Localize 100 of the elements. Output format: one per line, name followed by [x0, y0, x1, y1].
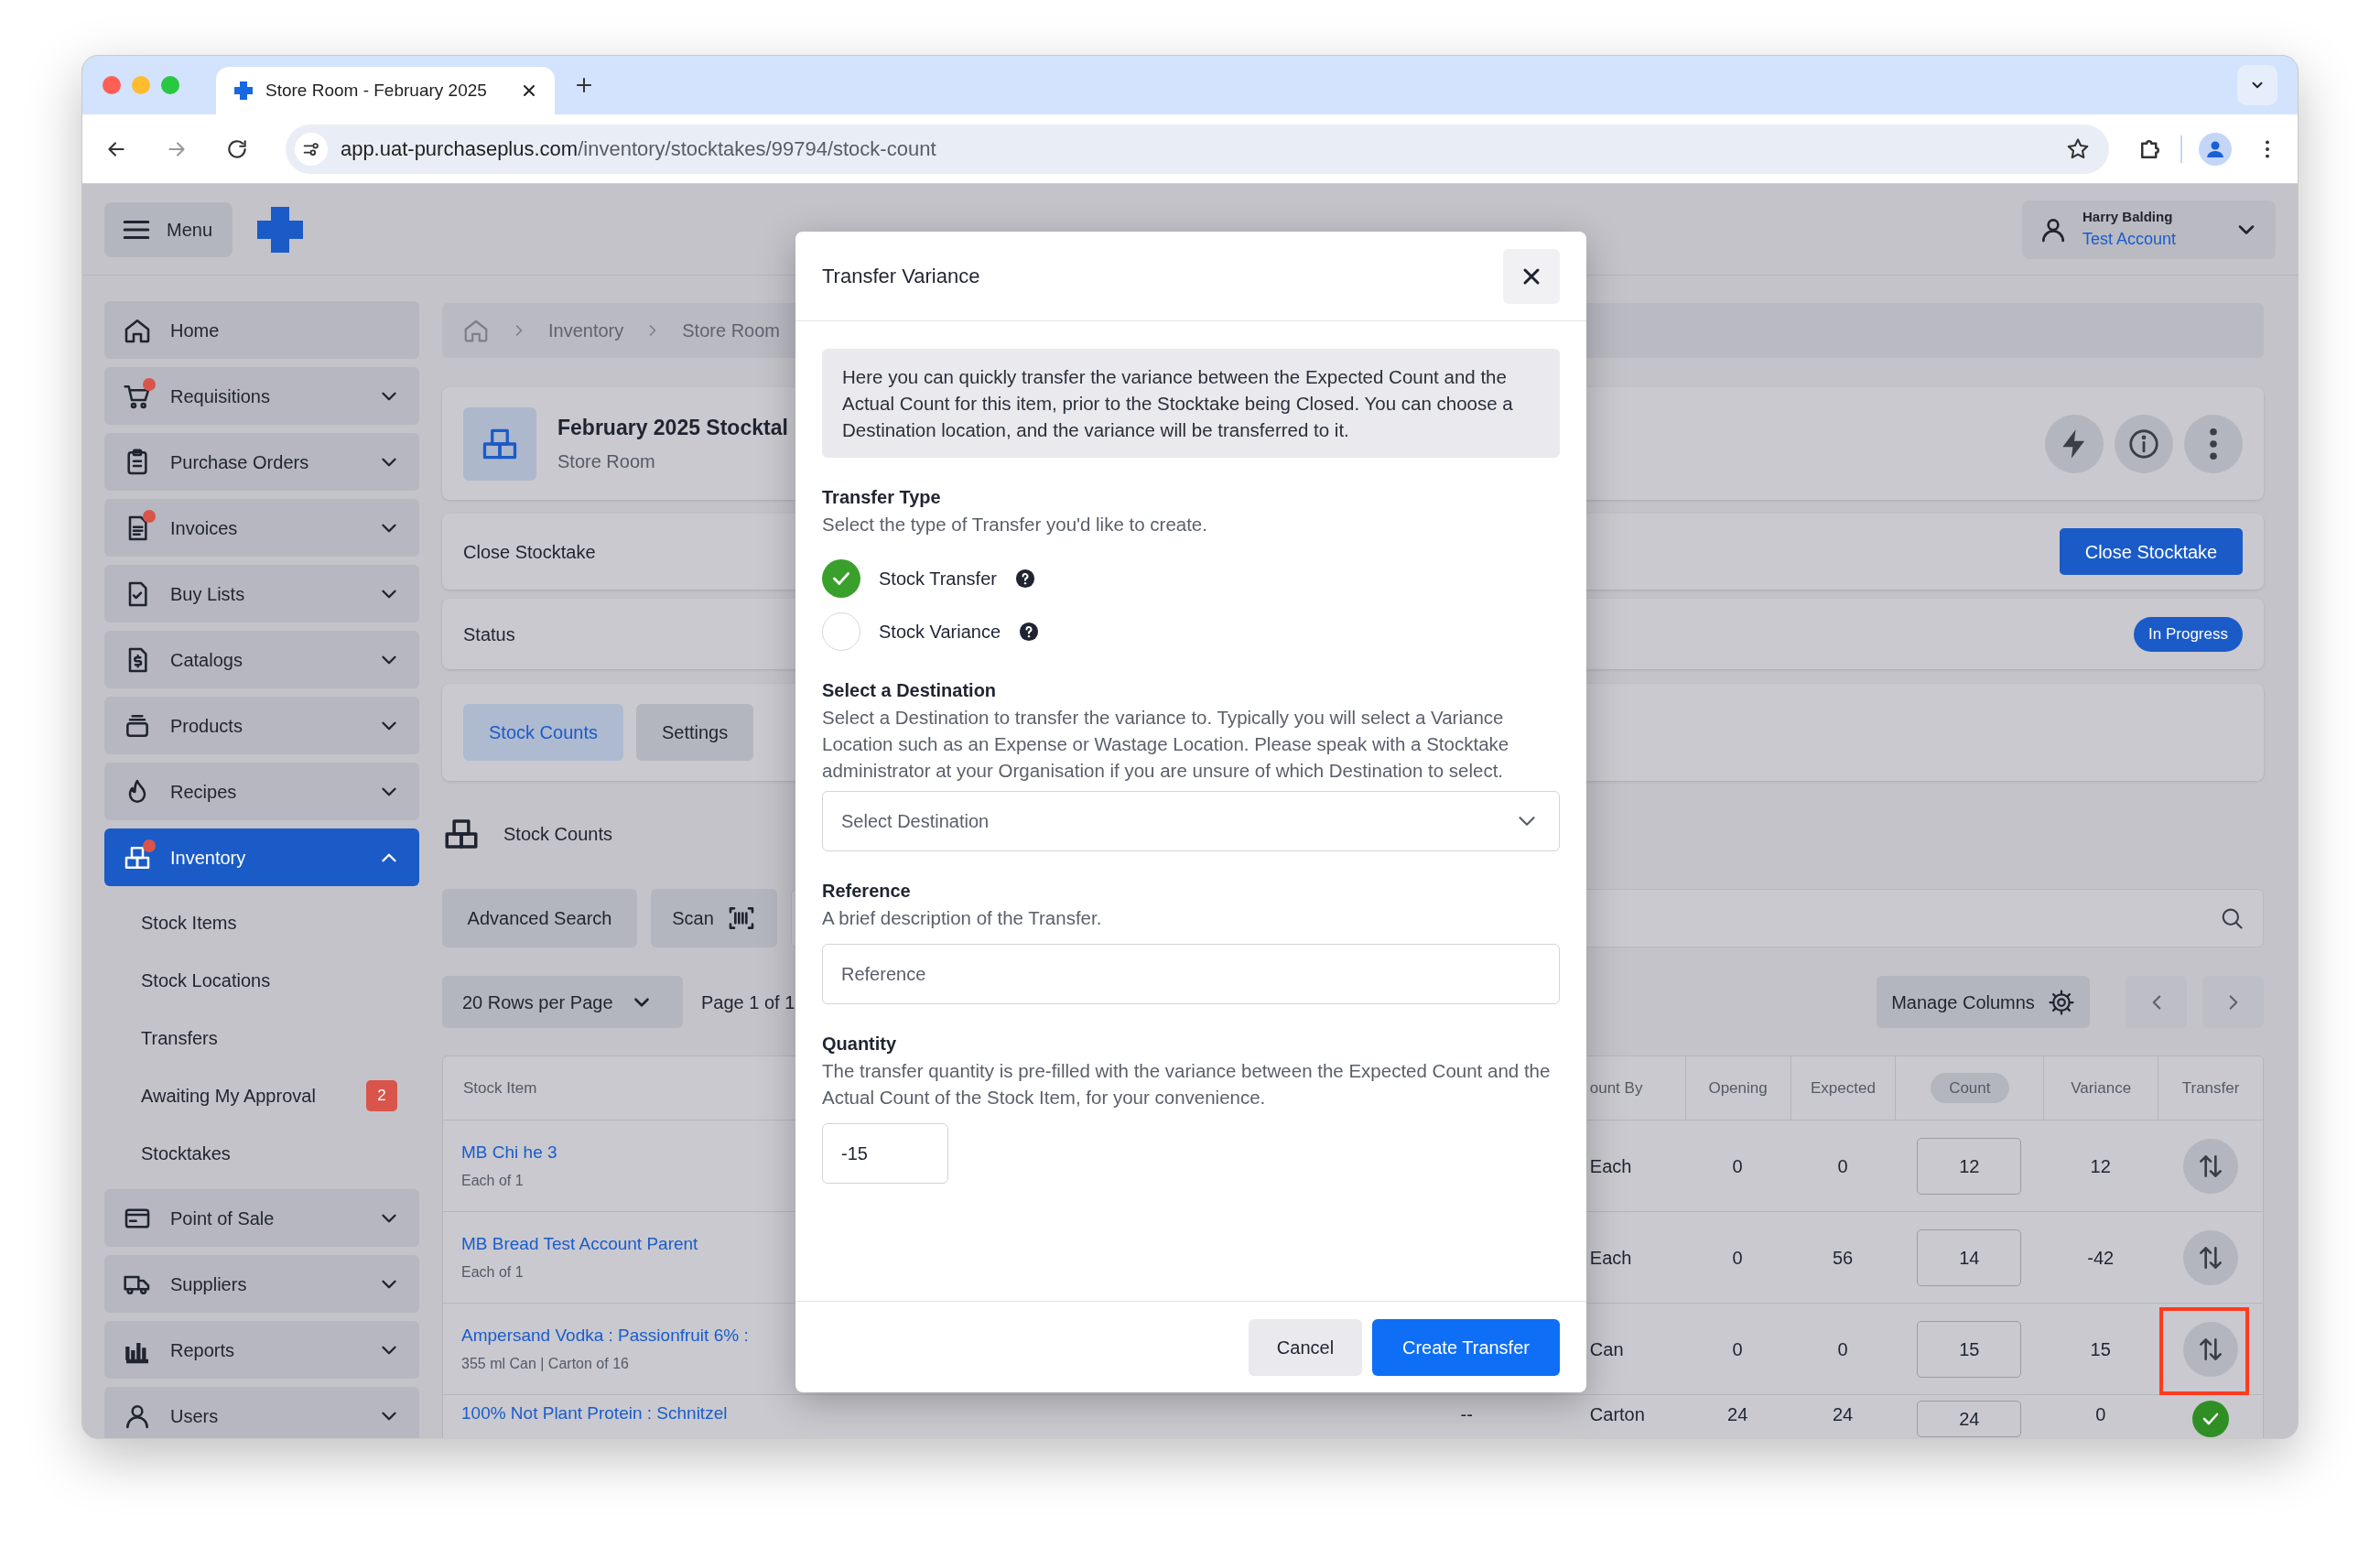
table-cell-text: 56 [1832, 1246, 1854, 1270]
profile-avatar[interactable] [2199, 132, 2233, 166]
column-header[interactable]: Variance [2071, 1076, 2132, 1100]
radio-button[interactable] [822, 559, 860, 598]
stock-item-detail: Each of 1 [461, 1171, 525, 1190]
sidebar-item[interactable]: Suppliers [104, 1255, 419, 1313]
table-cell: Carton [1589, 1404, 1645, 1424]
scan-button[interactable]: Scan [651, 889, 777, 947]
count-input[interactable]: 14 [1917, 1229, 2022, 1286]
column-header[interactable]: Expected [1811, 1076, 1876, 1100]
sidebar-item[interactable]: Point of Sale [104, 1189, 419, 1247]
account-name: Test Account [2082, 229, 2177, 251]
table-cell-text: 0 [1837, 1337, 1848, 1361]
table-cell: Each [1589, 1247, 1632, 1268]
more-icon [2209, 427, 2218, 460]
sidebar-subitem[interactable]: Stock Items [141, 908, 237, 936]
sidebar-item[interactable]: Invoices [104, 499, 419, 557]
table-cell-text: 15 [2090, 1337, 2111, 1361]
table-cell-text: 24 [1832, 1403, 1854, 1426]
sidebar-subitem[interactable]: Transfers [141, 1023, 218, 1052]
sidebar-item[interactable]: Products [104, 697, 419, 754]
user-menu-button[interactable]: Harry Balding Test Account [2022, 200, 2276, 259]
table-cell-text: 0 [1732, 1337, 1743, 1361]
sidebar-subitem[interactable]: Stock Locations [141, 966, 271, 994]
radio-button[interactable] [822, 612, 860, 651]
field-label: Select a Destination [822, 679, 998, 702]
manage-columns-button[interactable]: Manage Columns [1877, 976, 2090, 1028]
count-input[interactable]: 12 [1917, 1137, 2022, 1195]
field-hint: The transfer quantity is pre-filled with the variance between the Expected Count and the Actual Count of the Stock Item, for your convenience. [822, 1059, 1552, 1110]
sidebar-item[interactable]: Home [104, 301, 419, 359]
sidebar-item[interactable]: Requisitions [104, 367, 419, 425]
stocktake-title: February 2025 Stocktal [557, 415, 788, 442]
table-cell-text: -42 [2087, 1246, 2115, 1270]
sidebar-item[interactable]: Catalogs [104, 631, 419, 688]
create-transfer-button[interactable]: Create Transfer [1372, 1318, 1560, 1376]
field-hint: A brief description of the Transfer. [822, 906, 1103, 930]
table-cell-text: 0 [1732, 1154, 1743, 1178]
table-cell-text: 0 [1732, 1246, 1743, 1270]
table-cell-text: 0 [1837, 1154, 1848, 1178]
stock-item-link[interactable]: MB Chi he 3 [461, 1140, 796, 1166]
card-label: Close Stocktake [463, 540, 596, 564]
field-label: Reference [822, 880, 912, 903]
sidebar-item[interactable]: Recipes [104, 763, 419, 820]
table-cell-text: 24 [1727, 1403, 1748, 1426]
column-header[interactable]: Stock Item [463, 1078, 537, 1097]
field-label: Quantity [822, 1033, 898, 1055]
table-cell-text: 12 [2090, 1154, 2111, 1178]
reference-input[interactable]: Reference [822, 944, 1560, 1004]
field-hint: Select a Destination to transfer the variance to. Typically you will select a Variance Location such as an Expense or Wastage Location. Please speak with a Stocktake administrator at your Organisation if you are unsure of which Destination to select. [822, 706, 1510, 783]
column-header[interactable]: ount By [1589, 1076, 1643, 1100]
site-info-button[interactable] [294, 132, 328, 166]
section-title: Stock Counts [503, 823, 612, 846]
url-text: app.uat-purchaseplus.com/inventory/stocktakes/99794/stock-count [340, 136, 936, 162]
table-cell-text: 0 [2095, 1403, 2106, 1426]
user-name: Harry Balding [2082, 207, 2174, 226]
card-label: Status [463, 622, 515, 646]
close-stocktake-button[interactable]: Close Stocktake [2060, 528, 2243, 575]
radio-label[interactable]: Stock Variance [879, 618, 1001, 645]
info-message: Here you can quickly transfer the variance between the Expected Count and the Actual Count for this item, prior to the Stocktake being Closed. You can choose a Destination location, and the variance will be transferred to it. [822, 349, 1560, 458]
dialog-title: Transfer Variance [822, 264, 980, 289]
close-button[interactable] [1503, 248, 1560, 304]
field-hint: Select the type of Transfer you'd like to create. [822, 513, 1208, 536]
sidebar-item[interactable]: Reports [104, 1321, 419, 1379]
sidebar-subitem[interactable]: Awaiting My Approval [141, 1081, 316, 1110]
count-input[interactable]: 24 [1917, 1401, 2022, 1437]
stock-item-link[interactable]: Ampersand Vodka : Passionfruit 6% : [461, 1323, 796, 1349]
table-cell: Each [1589, 1155, 1632, 1176]
page-indicator: Page 1 of 1 [701, 991, 795, 1014]
settings-icon [2047, 988, 2075, 1016]
stock-item-link[interactable]: MB Bread Test Account Parent [461, 1231, 796, 1258]
rows-per-page-dropdown[interactable]: 20 Rows per Page [442, 976, 683, 1028]
address-field[interactable]: app.uat-purchaseplus.com/inventory/stocktakes/99794/stock-count [285, 124, 2110, 174]
cancel-button[interactable]: Cancel [1249, 1318, 1362, 1376]
tab-title: Store Room - February 2025 [265, 79, 487, 102]
help-icon[interactable] [1014, 568, 1035, 589]
status-badge: In Progress [2134, 616, 2243, 652]
menu-button[interactable]: Menu [104, 201, 233, 257]
stock-item-link[interactable]: 100% Not Plant Protein : Schnitzel [461, 1401, 796, 1427]
sidebar-item[interactable]: Inventory [104, 828, 419, 886]
column-header[interactable]: Transfer [2181, 1076, 2240, 1100]
destination-select[interactable]: Select Destination [822, 791, 1560, 851]
advanced-search-button[interactable]: Advanced Search [442, 889, 637, 947]
column-header[interactable]: Count [1931, 1072, 2009, 1104]
tab[interactable]: Settings [635, 704, 754, 761]
column-header[interactable]: Opening [1708, 1076, 1768, 1100]
quantity-input[interactable]: -15 [822, 1123, 948, 1184]
browser-tab[interactable]: Store Room - February 2025 [216, 67, 555, 114]
count-badge: 2 [366, 1079, 397, 1111]
table-cell-text: -- [1460, 1403, 1473, 1426]
sidebar-item[interactable]: Purchase Orders [104, 433, 419, 491]
stock-item-detail: 355 ml Can | Carton of 16 [461, 1354, 630, 1373]
sidebar-item[interactable]: Buy Lists [104, 565, 419, 622]
help-icon[interactable] [1019, 622, 1040, 642]
sidebar-subitem[interactable]: Stocktakes [141, 1139, 231, 1167]
table-cell: Can [1589, 1338, 1624, 1359]
field-label: Transfer Type [822, 486, 942, 509]
radio-label[interactable]: Stock Transfer [879, 565, 997, 592]
sidebar-item[interactable]: Users [104, 1387, 419, 1438]
count-input[interactable]: 15 [1917, 1320, 2022, 1378]
logo-icon [233, 80, 254, 102]
